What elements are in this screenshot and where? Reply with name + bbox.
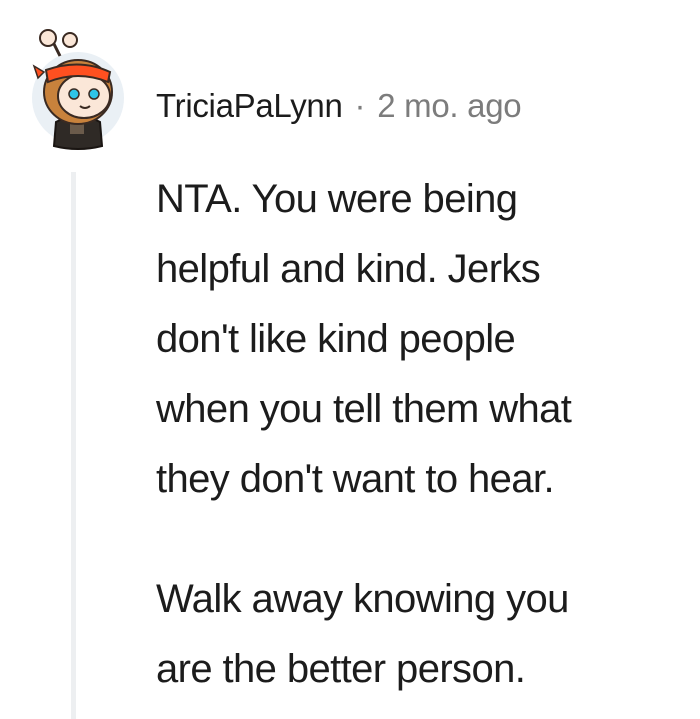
comment-line: are the better person.: [156, 647, 526, 691]
timestamp[interactable]: 2 mo. ago: [377, 87, 521, 125]
meta-separator: ·: [354, 87, 366, 124]
username-link[interactable]: TriciaPaLynn: [156, 87, 343, 125]
comment-paragraph: Walk away knowing you are the better per…: [156, 564, 700, 704]
avatar[interactable]: [30, 26, 126, 150]
comment-body: NTA. You were being helpful and kind. Je…: [156, 164, 700, 704]
snoo-avatar-icon: [32, 29, 124, 150]
comment-line: Walk away knowing you: [156, 577, 569, 621]
comment-line: NTA. You were being: [156, 177, 518, 221]
comment-line: they don't want to hear.: [156, 457, 555, 501]
comment-line: helpful and kind. Jerks: [156, 247, 541, 291]
comment-header: TriciaPaLynn · 2 mo. ago: [156, 84, 522, 128]
comment-line: don't like kind people: [156, 317, 516, 361]
comment: TriciaPaLynn · 2 mo. ago NTA. You were b…: [0, 0, 700, 719]
comment-line: when you tell them what: [156, 387, 572, 431]
thread-collapse-line[interactable]: [71, 172, 76, 719]
comment-paragraph: NTA. You were being helpful and kind. Je…: [156, 164, 700, 514]
